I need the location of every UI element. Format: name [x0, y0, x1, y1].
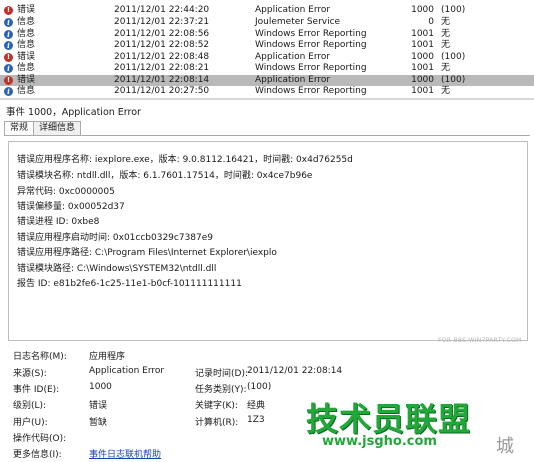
- event-source: Windows Error Reporting: [255, 63, 367, 73]
- event-row[interactable]: ! 错误 2011/12/01 22:44:20 Application Error 1…: [0, 5, 534, 16]
- event-row[interactable]: ! 错误 2011/12/01 22:08:14 Application Error 1…: [0, 75, 534, 86]
- log-name-value: 应用程序: [89, 352, 126, 362]
- event-id: 0: [428, 17, 434, 27]
- event-id-value: 1000: [89, 382, 112, 392]
- event-id: 1000: [411, 75, 434, 85]
- error-icon: !: [4, 53, 13, 62]
- logo-url: www.jsgho.com: [322, 434, 437, 449]
- event-row[interactable]: i 信息 2011/12/01 20:27:50 Windows Error Repo…: [0, 86, 534, 97]
- event-source: Windows Error Reporting: [255, 29, 367, 39]
- event-date: 2011/12/01 20:27:50: [114, 86, 210, 96]
- event-row[interactable]: i 信息 2011/12/01 22:08:21 Windows Error Repo…: [0, 63, 534, 74]
- event-id: 1001: [411, 40, 434, 50]
- event-level: 信息: [17, 29, 36, 39]
- level-value: 错误: [89, 401, 108, 411]
- keywords-label: 关键字(K):: [195, 401, 238, 411]
- event-row[interactable]: i 信息 2011/12/01 22:08:52 Windows Error Repo…: [0, 40, 534, 51]
- event-id: 1001: [411, 29, 434, 39]
- event-task: 无: [441, 17, 451, 27]
- event-source: Application Error: [255, 5, 331, 15]
- user-value: 暂缺: [89, 418, 108, 428]
- event-id: 1001: [411, 63, 434, 73]
- event-level: 信息: [17, 17, 36, 27]
- event-source: Application Error: [255, 75, 331, 85]
- event-detail-title: 事件 1000，Application Error: [6, 107, 141, 118]
- event-task: 无: [441, 40, 451, 50]
- description-line: 错误应用程序启动时间: 0x01ccb0329c7387e9: [17, 233, 214, 243]
- event-date: 2011/12/01 22:08:14: [114, 75, 210, 85]
- event-id-label: 事件 ID(E):: [13, 385, 60, 395]
- computer-label: 计算机(R):: [195, 418, 239, 428]
- computer-value: 1Z3: [247, 415, 265, 425]
- watermark-text: FOR BBS.WIN7PARTY.COM: [438, 337, 522, 344]
- info-icon: i: [4, 30, 13, 39]
- event-id: 1000: [411, 5, 434, 15]
- event-date: 2011/12/01 22:08:21: [114, 63, 210, 73]
- event-level: 错误: [17, 52, 36, 62]
- event-id: 1001: [411, 86, 434, 96]
- pane-splitter[interactable]: [0, 98, 534, 100]
- event-task: 无: [441, 63, 451, 73]
- event-level: 错误: [17, 5, 36, 15]
- info-icon: i: [4, 18, 13, 27]
- event-log-help-link[interactable]: 事件日志联机帮助: [89, 447, 161, 460]
- event-row[interactable]: ! 错误 2011/12/01 22:08:48 Application Error 1…: [0, 52, 534, 63]
- description-line: 错误应用程序名称: iexplore.exe，版本: 9.0.8112.1642…: [17, 155, 353, 165]
- event-level: 信息: [17, 63, 36, 73]
- event-id: 1000: [411, 52, 434, 62]
- level-label: 级别(L):: [13, 401, 47, 411]
- event-level: 信息: [17, 86, 36, 96]
- event-source: Windows Error Reporting: [255, 86, 367, 96]
- info-icon: i: [4, 87, 13, 96]
- error-icon: !: [4, 6, 13, 15]
- description-line: 错误偏移量: 0x00052d37: [17, 202, 125, 212]
- event-date: 2011/12/01 22:37:21: [114, 17, 210, 27]
- source-label: 来源(S):: [13, 369, 47, 379]
- source-value: Application Error: [89, 366, 165, 376]
- task-label: 任务类别(Y):: [195, 385, 247, 395]
- description-line: 错误进程 ID: 0xbe8: [17, 217, 100, 227]
- info-icon: i: [4, 64, 13, 73]
- task-value: (100): [247, 382, 272, 392]
- event-level: 信息: [17, 40, 36, 50]
- description-line: 异常代码: 0xc0000005: [17, 187, 115, 197]
- event-source: Application Error: [255, 52, 331, 62]
- event-list[interactable]: ! 错误 2011/12/01 22:44:20 Application Error 1…: [0, 0, 534, 98]
- event-task: 无: [441, 86, 451, 96]
- description-line: 报告 ID: e81b2fe6-1c25-11e1-b0cf-101111111…: [17, 279, 242, 289]
- description-line: 错误模块路径: C:\Windows\SYSTEM32\ntdll.dll: [17, 264, 217, 274]
- event-date: 2011/12/01 22:08:52: [114, 40, 210, 50]
- logged-label: 记录时间(D):: [195, 369, 248, 379]
- description-line: 错误应用程序路径: C:\Program Files\Internet Expl…: [17, 248, 277, 258]
- event-source: Windows Error Reporting: [255, 40, 367, 50]
- event-date: 2011/12/01 22:44:20: [114, 5, 210, 15]
- info-icon: i: [4, 41, 13, 50]
- tab-details[interactable]: 详细信息: [33, 121, 82, 135]
- keywords-value: 经典: [247, 401, 266, 411]
- log-name-label: 日志名称(M):: [13, 352, 67, 362]
- more-info-label: 更多信息(I):: [13, 450, 62, 460]
- event-task: 无: [441, 29, 451, 39]
- description-line: 错误模块名称: ntdll.dll，版本: 6.1.7601.17514，时间戳…: [17, 171, 313, 181]
- event-date: 2011/12/01 22:08:56: [114, 29, 210, 39]
- event-source: Joulemeter Service: [255, 17, 341, 27]
- opcode-label: 操作代码(O):: [13, 434, 67, 444]
- event-row[interactable]: i 信息 2011/12/01 22:37:21 Joulemeter Service…: [0, 17, 534, 28]
- logo-suffix: 城: [496, 436, 514, 457]
- user-label: 用户(U):: [13, 418, 48, 428]
- event-task: (100): [441, 75, 466, 85]
- event-row[interactable]: i 信息 2011/12/01 22:08:56 Windows Error Repo…: [0, 29, 534, 40]
- logged-value: 2011/12/01 22:08:14: [247, 366, 343, 376]
- event-task: (100): [441, 5, 466, 15]
- tab-general[interactable]: 常规: [4, 121, 35, 136]
- event-task: (100): [441, 52, 466, 62]
- event-level: 错误: [17, 75, 36, 85]
- event-description-box[interactable]: 错误应用程序名称: iexplore.exe，版本: 9.0.8112.1642…: [8, 141, 528, 341]
- tab-underline: [4, 135, 530, 136]
- site-watermark-logo: 技术员联盟 www.jsgho.com 城: [306, 394, 534, 462]
- error-icon: !: [4, 76, 13, 85]
- event-date: 2011/12/01 22:08:48: [114, 52, 210, 62]
